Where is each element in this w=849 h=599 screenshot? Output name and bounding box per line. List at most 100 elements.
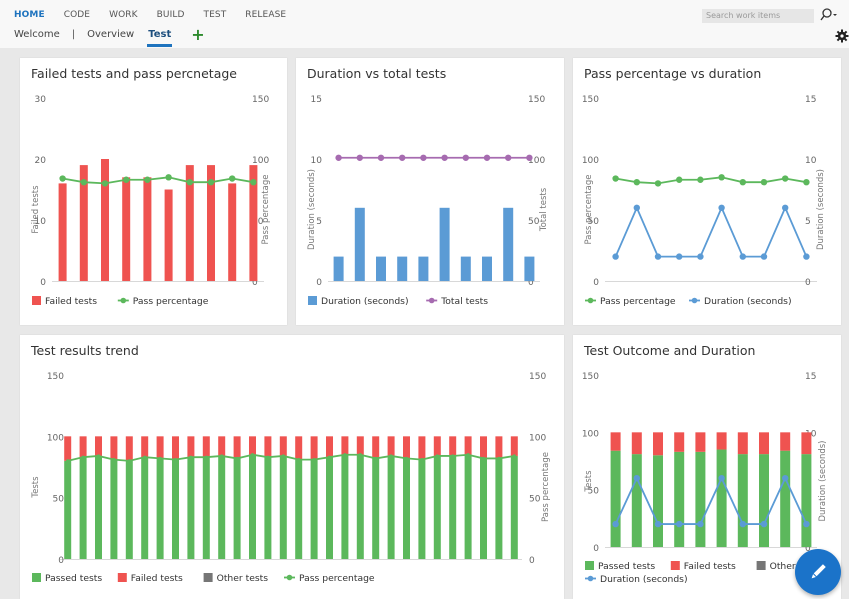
- point-duration-seconds: [718, 475, 725, 482]
- nav-item-build[interactable]: BUILD: [157, 10, 185, 20]
- nav-item-test[interactable]: TEST: [204, 10, 227, 20]
- bar-failed-tests: [495, 436, 503, 459]
- bar-failed-tests: [403, 436, 410, 459]
- search-input[interactable]: Search work items: [702, 9, 814, 23]
- point-duration-seconds: [697, 253, 704, 260]
- point-pass-percentage: [207, 178, 215, 186]
- bar-failed-tests: [464, 436, 472, 455]
- y2-tick-label: 5: [805, 217, 811, 227]
- point-pass-percentage: [718, 174, 725, 181]
- chart-duration-total: 051015050100150Duration (seconds) Total t…: [307, 95, 549, 307]
- bar-duration-seconds: [418, 256, 429, 281]
- bar-passed-tests: [464, 454, 472, 559]
- point-pass-percentage: [66, 459, 70, 463]
- bar-passed-tests: [480, 458, 487, 559]
- bar-passed-tests: [356, 454, 364, 559]
- bar-passed-tests: [264, 457, 272, 559]
- legend-label-passed-tests: Passed tests: [45, 573, 102, 584]
- point-duration-seconds: [803, 520, 810, 528]
- point-pass-percentage: [420, 458, 424, 462]
- bar-failed-tests: [341, 436, 349, 455]
- point-pass-percentage: [358, 453, 362, 457]
- panel-duration-total[interactable]: Duration vs total tests 0 5 10 15 0 50 100 150 D…: [296, 58, 564, 325]
- chart-failed-pass: 0102030050100150Failed tests Pass percent…: [31, 95, 271, 307]
- bar-passed-tests: [156, 458, 164, 559]
- tab-welcome[interactable]: Welcome: [14, 29, 60, 40]
- point-pass-percentage: [229, 175, 236, 182]
- point-duration-seconds: [612, 253, 619, 260]
- panel-failed-pass[interactable]: Failed tests and pass percnetage 0 10 20 30…: [20, 58, 287, 325]
- add-dashboard-button[interactable]: +: [191, 26, 204, 42]
- bar-failed-tests: [449, 436, 457, 456]
- search-icon[interactable]: [820, 7, 838, 23]
- bar-passed-tests: [695, 451, 706, 547]
- bar-passed-tests: [418, 459, 426, 559]
- point-pass-percentage: [112, 458, 116, 462]
- bar-passed-tests: [202, 457, 210, 559]
- y-tick-label: 20: [35, 156, 47, 166]
- legend-swatch-other-tests: [203, 573, 213, 582]
- legend-marker-pass-percentage: [120, 297, 127, 304]
- point-pass-percentage: [327, 455, 332, 459]
- y2-tick-label: 15: [805, 372, 816, 382]
- bar-failed-tests: [95, 436, 102, 456]
- bar-failed-tests: [759, 432, 769, 455]
- bar-duration-seconds: [460, 256, 471, 281]
- bar-passed-tests: [295, 459, 303, 559]
- point-pass-percentage: [250, 178, 257, 186]
- bar-passed-tests: [95, 455, 102, 559]
- bar-failed-tests: [122, 177, 131, 281]
- y-tick-label: 5: [316, 217, 322, 227]
- y2-tick-label: 50: [529, 495, 541, 505]
- bar-passed-tests: [610, 450, 621, 547]
- bar-passed-tests: [187, 457, 195, 559]
- bar-failed-tests: [143, 177, 152, 281]
- legend-label-other-tests: Other tests: [217, 573, 269, 584]
- legend-swatch-passed-tests: [32, 573, 41, 582]
- point-duration-seconds: [782, 204, 789, 211]
- bar-failed-tests: [674, 432, 685, 452]
- point-pass-percentage: [481, 456, 486, 461]
- y-tick-label: 0: [40, 278, 46, 288]
- y-axis-title: Pass percentage: [584, 175, 594, 245]
- bar-failed-tests: [202, 436, 210, 458]
- bar-passed-tests: [125, 460, 133, 559]
- point-pass-percentage: [250, 453, 255, 457]
- y-tick-label: 0: [593, 278, 599, 288]
- nav-item-code[interactable]: CODE: [64, 10, 90, 20]
- y-axis-title: Tests: [584, 470, 594, 493]
- point-pass-percentage: [143, 455, 147, 459]
- y-tick-label: 50: [53, 495, 65, 505]
- y2-tick-label: 15: [805, 95, 816, 105]
- point-pass-percentage: [186, 178, 193, 186]
- bar-failed-tests: [433, 436, 441, 456]
- nav-item-release[interactable]: RELEASE: [245, 10, 286, 20]
- nav-item-work[interactable]: WORK: [109, 10, 138, 20]
- bar-duration-seconds: [333, 256, 344, 281]
- bar-passed-tests: [674, 451, 685, 547]
- panel-trend[interactable]: Test results trend 0 50 100 150 0 50 100 150 Tes…: [20, 335, 564, 599]
- y-axis-title: Failed tests: [31, 185, 41, 234]
- bar-duration-seconds: [397, 256, 408, 281]
- point-duration-seconds: [782, 475, 789, 482]
- legend-label-failed-tests: Failed tests: [684, 561, 736, 572]
- panel-pass-duration[interactable]: Pass percentage vs duration 0 50 100 150 0 5 1…: [573, 58, 841, 325]
- tab-test[interactable]: Test: [147, 29, 173, 47]
- legend-label-total-tests: Total tests: [440, 296, 488, 307]
- tab-overview[interactable]: Overview: [87, 29, 134, 40]
- gear-icon[interactable]: [835, 29, 849, 43]
- point-duration-seconds: [697, 520, 704, 528]
- bar-passed-tests: [631, 454, 642, 547]
- edit-dashboard-button[interactable]: [795, 549, 841, 595]
- bar-failed-tests: [780, 432, 791, 451]
- point-duration-seconds: [612, 520, 619, 528]
- nav-item-home[interactable]: HOME: [14, 10, 45, 20]
- point-total-tests: [441, 154, 448, 161]
- y2-tick-label: 0: [805, 278, 811, 288]
- point-pass-percentage: [204, 455, 208, 459]
- point-pass-percentage: [676, 176, 683, 183]
- point-duration-seconds: [718, 204, 725, 211]
- legend-label-failed-tests: Failed tests: [45, 296, 97, 307]
- line-duration-seconds: [614, 205, 808, 258]
- y2-axis-title: Total tests: [539, 187, 549, 232]
